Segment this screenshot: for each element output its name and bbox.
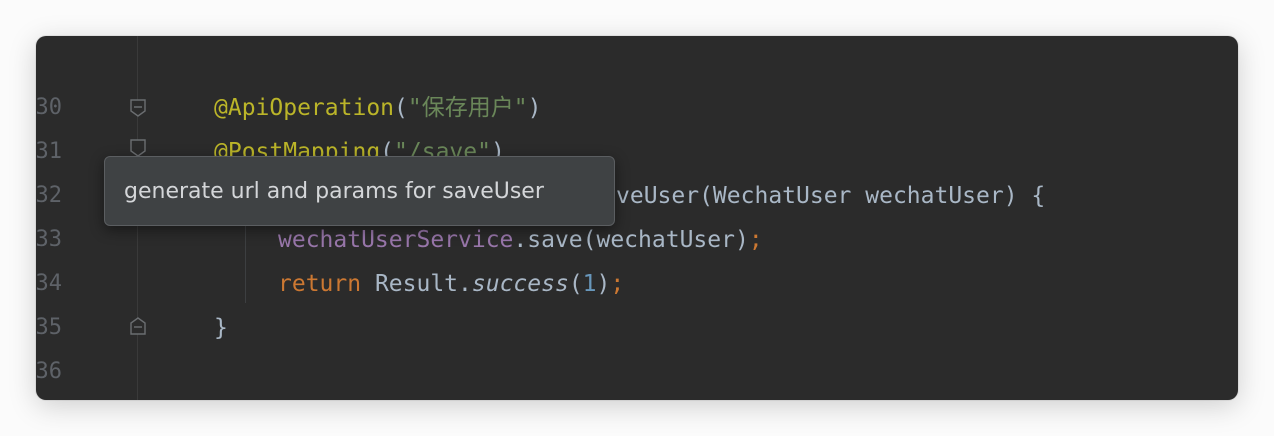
- number-token: 1: [582, 271, 597, 297]
- semicolon-token: ;: [610, 271, 625, 297]
- semicolon-token: ;: [748, 227, 763, 253]
- keyword-token: return: [278, 271, 362, 297]
- annotation-token: @ApiOperation: [214, 95, 395, 121]
- code-text: }: [214, 315, 228, 341]
- class-token: Result.: [361, 271, 472, 297]
- line-number: 37: [36, 394, 62, 400]
- field-token: wechatUserService: [278, 227, 514, 253]
- code-line-37[interactable]: 37: [36, 350, 1238, 394]
- paren-token: ): [527, 95, 542, 121]
- code-line-36[interactable]: 36 }: [36, 306, 1238, 384]
- code-text: veUser(WechatUser wechatUser) {: [616, 183, 1046, 209]
- tooltip-text: generate url and params for saveUser: [124, 179, 544, 204]
- method-token: success: [471, 271, 569, 297]
- code-text: return Result.success(1);: [278, 262, 624, 306]
- fold-collapse-icon[interactable]: [129, 138, 147, 158]
- code-line-31[interactable]: 31 @ApiOperation("保存用户"): [36, 86, 1238, 164]
- code-line-35[interactable]: 35 return Result.success(1);: [36, 262, 1238, 340]
- code-text: @ApiOperation("保存用户"): [214, 86, 541, 130]
- paren-token: (: [394, 95, 408, 121]
- call-token: .save(wechatUser): [513, 227, 749, 253]
- fold-end-icon[interactable]: [129, 316, 147, 336]
- paren-token: ): [596, 271, 611, 297]
- fold-collapse-icon[interactable]: [129, 98, 147, 118]
- tooltip: generate url and params for saveUser: [104, 156, 615, 226]
- code-editor[interactable]: 30 31 @ApiOperation("保存用户") 32 @PostMapp…: [36, 36, 1238, 400]
- screenshot-frame: 30 31 @ApiOperation("保存用户") 32 @PostMapp…: [0, 0, 1274, 436]
- code-line-30[interactable]: 30: [36, 42, 1238, 120]
- string-token: "保存用户": [407, 95, 528, 121]
- paren-token: (: [568, 271, 583, 297]
